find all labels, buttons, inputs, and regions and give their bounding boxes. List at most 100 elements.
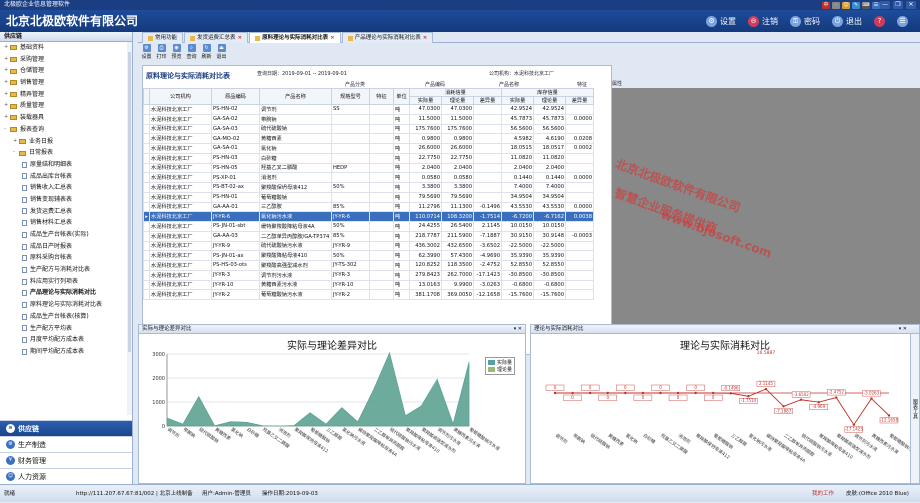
tree-item[interactable]: 月度平均配方成本表	[0, 334, 132, 346]
tab-0[interactable]: 常用功能	[142, 32, 184, 43]
toolbar-button-4[interactable]: ↻ 刷新	[200, 44, 213, 64]
tree-item[interactable]: 原量结和明细表	[0, 159, 132, 171]
table-row[interactable]: 水泥科技北京工厂 PS-HN-03 白砂糖吨 22.7750 22.7750 11.082…	[143, 152, 594, 164]
tree-item[interactable]: 成品生产台帐表(核算)	[0, 311, 132, 323]
module-3[interactable]: ☺ 人力资源	[0, 468, 132, 484]
line-point[interactable]	[694, 391, 697, 395]
line-point[interactable]	[835, 396, 838, 399]
table-row[interactable]: 水泥科技北京工厂 GA-SA-01 氯化钠吨 26.6000 26.6000 18.051…	[143, 143, 594, 154]
line-point[interactable]	[641, 391, 645, 395]
table-row[interactable]: ▸ 水泥科技北京工厂 JY-YR-6 氯化钠污水液 JY-YR-6 吨 110.0714 10…	[143, 211, 594, 222]
tree-item[interactable]: 销售变现辅表表	[0, 194, 132, 206]
line-point[interactable]	[624, 391, 627, 395]
tab-close-icon[interactable]: ×	[238, 33, 243, 44]
tab-3[interactable]: 产品理论与实际消耗对比表 ×	[341, 32, 434, 44]
line-point[interactable]	[817, 400, 820, 404]
tab-close-icon[interactable]: ×	[330, 33, 335, 44]
table-row[interactable]: 水泥科技北京工厂 PS-HN-01 葡萄糖酸钠吨 79.5690 79.5690 34.9…	[143, 191, 594, 203]
tree-item[interactable]: 销售材料汇总表	[0, 217, 132, 229]
line-point[interactable]	[729, 392, 732, 395]
column-header[interactable]: 实际量	[409, 96, 442, 105]
line-point[interactable]	[799, 398, 803, 401]
tree-item[interactable]: 期间平均配方成本表	[0, 346, 132, 358]
tray-icon[interactable]: 中	[822, 1, 830, 9]
line-point[interactable]	[782, 405, 785, 408]
tree-item[interactable]: 产品理论与实际消耗对比	[0, 287, 132, 299]
column-header[interactable]: 单位	[393, 88, 410, 105]
table-row[interactable]: 水泥科技北京工厂 GA-AA-03 二乙醇单异丙醇胺/GA-TP374 85% 吨 218…	[143, 230, 594, 242]
table-row[interactable]: 水泥科技北京工厂 PS-HN-02 调节剂 SS 吨 47.0300 47.0300 42.9…	[143, 104, 594, 115]
line-point[interactable]	[553, 391, 557, 395]
table-row[interactable]: 水泥科技北京工厂 PS-JN-01-sbt 缓特聚羧酸降粘母液4A 50% 吨 24.42…	[143, 221, 594, 232]
column-header[interactable]: 理论量	[441, 96, 474, 105]
module-2[interactable]: ¥ 财务管理	[0, 452, 132, 468]
tree-item[interactable]: + 精弄管理	[0, 89, 132, 101]
column-header[interactable]: 差异量	[473, 96, 502, 105]
tree-item[interactable]: 发货运费汇总表	[0, 206, 132, 218]
column-header[interactable]: 实际量	[501, 96, 534, 105]
panel-pin-icon[interactable]: ▾ ✕	[899, 326, 907, 332]
tab-close-icon[interactable]: ×	[423, 33, 428, 44]
column-header[interactable]: 特征	[369, 88, 394, 105]
tray-icon[interactable]: ✎	[852, 1, 860, 9]
maximize-button[interactable]: ❐	[893, 1, 903, 9]
tree-item[interactable]: + 仓储管理	[0, 65, 132, 77]
table-row[interactable]: 水泥科技北京工厂 JY-YR-2 葡萄糖酸钠污水液 JY-YR-2 吨 381.1708 3…	[143, 289, 594, 300]
column-header[interactable]: 原品编码	[211, 88, 260, 105]
line-point[interactable]	[852, 423, 856, 426]
tree-item[interactable]: 原料理论与实际消耗对比表	[0, 299, 132, 311]
header-key-button[interactable]: ⚿ 密码	[790, 15, 820, 27]
column-header[interactable]: 公司机构	[149, 88, 212, 105]
panel-pin-icon[interactable]: ▾ ✕	[514, 326, 522, 332]
header-gear-button[interactable]: ⚙ 设置	[706, 15, 736, 27]
line-point[interactable]	[747, 395, 750, 398]
tree-item[interactable]: 成品日产时报表	[0, 241, 132, 253]
tray-icon[interactable]: ·	[832, 1, 840, 9]
header-power-button[interactable]: ⏻ 退出	[832, 15, 862, 27]
table-row[interactable]: 水泥科技北京工厂 PS-HN-05 羟基乙叉二膦酸 HEDP 吨 2.0400 2.0400…	[143, 162, 594, 174]
toolbar-button-5[interactable]: ⏏ 退出	[215, 44, 228, 64]
toolbar-button-0[interactable]: ⚙ 设置	[140, 44, 153, 64]
line-point[interactable]	[764, 387, 768, 391]
tab-1[interactable]: 发货运费汇总表 ×	[184, 32, 249, 44]
table-row[interactable]: 水泥科技北京工厂 JY-YR-3 调节剂污水液 JY-YR-3 吨 279.8423 262…	[143, 269, 594, 281]
table-row[interactable]: 水泥科技北京工厂 PS-HS-03-ots 聚羧酸高强型减水剂 JY-TS-302 吨 1…	[143, 260, 594, 271]
tree-item[interactable]: + 销售管理	[0, 77, 132, 89]
tree-item[interactable]: 生产配方平均表	[0, 323, 132, 335]
minimize-button[interactable]: —	[880, 1, 890, 9]
tree-item[interactable]: - 报表查询	[0, 124, 132, 136]
line-point[interactable]	[588, 391, 592, 395]
tree-item[interactable]: + 装载器具	[0, 112, 132, 124]
line-point[interactable]	[676, 391, 680, 395]
column-header[interactable]: 理论量	[533, 96, 566, 105]
line-point[interactable]	[887, 414, 891, 417]
tree-item[interactable]: 生产配方与消耗对比表	[0, 264, 132, 276]
line-point[interactable]	[659, 391, 662, 395]
window-menu-button[interactable]: ☰	[897, 15, 908, 27]
tree-item[interactable]: 原料采购台帐表	[0, 252, 132, 264]
chart-tools-strip[interactable]: 图表工具	[910, 334, 919, 483]
table-row[interactable]: 水泥科技北京工厂 GA-AA-01 三乙醇胺 85% 吨 11.2796 11.1300 -0…	[143, 201, 594, 213]
tree-item[interactable]: + 质量管理	[0, 100, 132, 112]
line-point[interactable]	[870, 397, 873, 400]
table-row[interactable]: 水泥科技北京工厂 PS-BT-02-ax 聚羧酸保坍母液412 50% 吨 3.3800 3…	[143, 182, 594, 193]
tree-scrollbar[interactable]	[127, 42, 132, 415]
tree-item[interactable]: 销售收入汇总表	[0, 182, 132, 194]
tray-icon[interactable]: ☺	[842, 1, 850, 9]
table-row[interactable]: 水泥科技北京工厂 PS-JN-01-ax 聚羧酸降粘母液410 50% 吨 62.3990…	[143, 250, 594, 261]
tray-icon[interactable]: ⌨	[862, 1, 870, 9]
toolbar-button-2[interactable]: ◉ 预览	[170, 44, 183, 64]
module-1[interactable]: ⚙ 生产制造	[0, 436, 132, 452]
column-header[interactable]: 差异量	[565, 96, 594, 105]
close-button[interactable]: ✕	[906, 1, 916, 9]
status-skin[interactable]: 皮肤:(Office 2010 Blue)	[846, 485, 909, 503]
tree-item[interactable]: + 业务日报	[0, 136, 132, 148]
table-row[interactable]: 水泥科技北京工厂 PS-XP-01 消泡剂吨 0.0580 0.0580 0.1440 0.…	[143, 172, 594, 183]
line-point[interactable]	[606, 391, 609, 395]
table-row[interactable]: 水泥科技北京工厂 JY-YR-10 黄糖西素污水液 JY-YR-10 吨 13.0163 9…	[143, 279, 594, 291]
tree-item[interactable]: 成品生产台帐表(实际)	[0, 229, 132, 241]
column-header[interactable]: 规格型号	[331, 88, 370, 105]
tab-2[interactable]: 原料理论与实际消耗对比表 ×	[249, 32, 341, 43]
help-button[interactable]: ?	[874, 15, 885, 27]
tree-item[interactable]: 料应用实行列项表	[0, 276, 132, 288]
